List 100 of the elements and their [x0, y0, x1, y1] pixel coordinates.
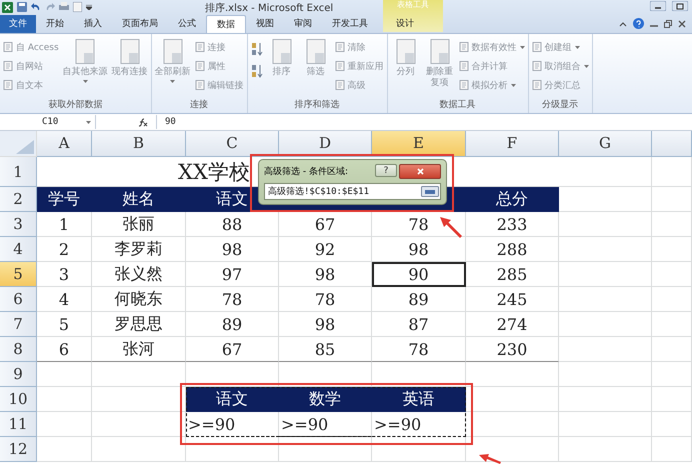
table-cell: 90 — [372, 262, 466, 287]
table-cell: 1 — [37, 212, 92, 237]
sort-ascending-icon[interactable] — [250, 42, 263, 56]
table-cell: 78 — [279, 287, 372, 312]
table-cell: 98 — [186, 237, 279, 262]
ribbon-tab[interactable]: 插入 — [74, 15, 112, 33]
empty-cell — [652, 262, 692, 287]
restore-icon[interactable] — [672, 1, 688, 11]
arrow — [479, 454, 501, 464]
column-header[interactable]: A — [37, 131, 92, 157]
ribbon-tab[interactable]: 文件 — [0, 15, 36, 33]
empty-cell — [652, 212, 692, 237]
ribbon-group-label: 获取外部数据 — [47, 99, 104, 112]
help-button[interactable]: ? — [375, 164, 397, 176]
ribbon-tab[interactable]: 设计 — [386, 15, 424, 33]
empty-cell — [652, 157, 692, 187]
row-header[interactable]: 2 — [0, 187, 37, 212]
table-cell: 张丽 — [92, 212, 186, 237]
table-cell: 288 — [466, 237, 559, 262]
row-header[interactable]: 5 — [0, 262, 37, 287]
row-header[interactable]: 7 — [0, 312, 37, 337]
arrow — [440, 217, 462, 238]
table-cell: 3 — [37, 262, 92, 287]
column-header[interactable]: E — [372, 131, 466, 157]
criteria-cell: >=90 — [279, 412, 372, 437]
help-icon[interactable] — [633, 18, 644, 29]
context-tab-group-label: 表格工具 — [397, 0, 429, 10]
app-icon — [2, 2, 13, 12]
sheet-title: XX学校 — [178, 158, 250, 186]
table-cell: 92 — [279, 237, 372, 262]
document-icon — [74, 39, 96, 65]
table-cell: 285 — [466, 262, 559, 287]
empty-cell — [652, 237, 692, 262]
ribbon-tab[interactable]: 页面布局 — [112, 15, 168, 33]
row-header[interactable]: 6 — [0, 287, 37, 312]
minimize-icon[interactable] — [650, 1, 666, 11]
table-cell: 274 — [466, 312, 559, 337]
document-icon — [3, 61, 13, 71]
criteria-cell: >=90 — [372, 412, 466, 437]
caret-icon[interactable] — [86, 4, 92, 10]
ribbon-tab[interactable]: 审阅 — [284, 15, 322, 33]
fx-icon[interactable] — [138, 118, 148, 126]
ribbon-tab[interactable]: 开始 — [36, 15, 74, 33]
row-header[interactable]: 9 — [0, 362, 37, 387]
ribbon-group-label: 数据工具 — [438, 99, 477, 112]
empty-cell — [652, 187, 692, 212]
dialog-title: 高级筛选 - 条件区域: — [264, 166, 348, 178]
column-header[interactable]: F — [466, 131, 559, 157]
row-header[interactable]: 12 — [0, 437, 37, 462]
row-header[interactable]: 8 — [0, 337, 37, 362]
row-header[interactable]: 10 — [0, 387, 37, 412]
name-box[interactable]: C10 — [0, 115, 96, 129]
column-header[interactable]: D — [279, 131, 372, 157]
empty-cell — [652, 287, 692, 312]
column-header[interactable]: B — [92, 131, 186, 157]
table-cell: 87 — [372, 312, 466, 337]
ribbon-group-label: 分级显示 — [541, 99, 580, 112]
collapse-dialog-icon[interactable] — [421, 186, 439, 197]
column-header[interactable]: G — [559, 131, 652, 157]
formula-field[interactable]: 90 — [156, 115, 692, 129]
table-cell: 97 — [186, 262, 279, 287]
row-header[interactable]: 1 — [0, 157, 37, 187]
table-cell: 6 — [37, 337, 92, 362]
row-header[interactable]: 11 — [0, 412, 37, 437]
table-cell: 5 — [37, 312, 92, 337]
restore-icon[interactable] — [664, 20, 672, 28]
row-header[interactable]: 3 — [0, 212, 37, 237]
table-cell: 78 — [186, 287, 279, 312]
row-header[interactable]: 4 — [0, 237, 37, 262]
empty-cell — [652, 412, 692, 437]
table-cell: 89 — [372, 287, 466, 312]
document-icon — [532, 80, 542, 90]
ribbon-group-label: 连接 — [189, 99, 210, 112]
table-cell: 4 — [37, 287, 92, 312]
document-icon — [394, 39, 417, 65]
document-icon — [458, 42, 469, 52]
ribbon-tab[interactable]: 数据 — [206, 15, 246, 33]
close-button[interactable] — [399, 164, 441, 178]
document-icon — [194, 42, 205, 52]
ribbon-tab[interactable]: 开发工具 — [322, 15, 378, 33]
sort-descending-icon[interactable] — [250, 64, 263, 78]
close-icon[interactable] — [678, 20, 686, 28]
table-cell: 2 — [37, 237, 92, 262]
header-cell: 学号 — [37, 187, 92, 212]
column-header[interactable]: C — [186, 131, 279, 157]
table-cell: 230 — [466, 337, 559, 362]
collapse-ribbon-icon[interactable] — [619, 20, 627, 26]
ribbon-tab[interactable]: 公式 — [168, 15, 206, 33]
empty-cell — [652, 387, 692, 412]
close-icon — [416, 168, 424, 174]
document-icon — [334, 61, 345, 71]
empty-cell — [652, 362, 692, 387]
criteria-header-cell: 数学 — [279, 387, 372, 412]
undo-icon[interactable] — [31, 2, 41, 12]
document-icon — [3, 80, 13, 90]
document-icon — [162, 39, 184, 65]
ribbon-tab[interactable]: 视图 — [246, 15, 284, 33]
table-cell: 罗思思 — [92, 312, 186, 337]
window-title: 排序.xlsx - Microsoft Excel — [205, 3, 334, 14]
save-icon[interactable] — [17, 2, 27, 12]
